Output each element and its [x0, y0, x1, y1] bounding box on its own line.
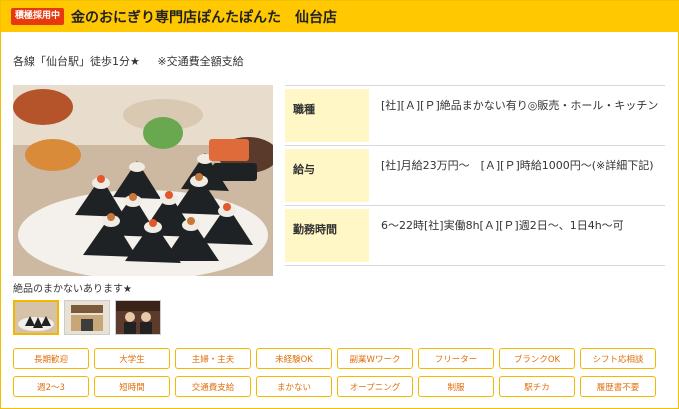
- thumbnail-staff-image: [116, 301, 160, 334]
- work-hours-value: 6～22時[社]実働8h[Ａ][Ｐ]週2日～、1日4h～可: [381, 219, 624, 232]
- job-type-label: 職種: [285, 89, 369, 142]
- card-header: 積極採用中 金のおにぎり専門店ぽんたぽんた 仙台店: [1, 1, 679, 32]
- tag-no-experience[interactable]: 未経験OK: [256, 348, 332, 369]
- feature-tags: 長期歓迎 大学生 主婦・主夫 未経験OK 副業Wワーク フリーター ブランクOK…: [13, 348, 667, 397]
- thumbnail-2[interactable]: [64, 300, 110, 335]
- thumbnail-onigiri-image: [15, 302, 57, 333]
- photo-thumbnails: [13, 300, 161, 335]
- job-type-value: [社][Ａ][Ｐ]絶品まかない有り◎販売・ホール・キッチン: [381, 99, 659, 112]
- work-hours-label: 勤務時間: [285, 209, 369, 262]
- tag-blank-ok[interactable]: ブランクOK: [499, 348, 575, 369]
- tag-staff-meal[interactable]: まかない: [256, 376, 332, 397]
- station-access: 各線「仙台駅」徒歩1分★: [13, 55, 140, 68]
- job-details-table: 職種 [社][Ａ][Ｐ]絶品まかない有り◎販売・ホール・キッチン 給与 [社]月…: [285, 85, 665, 266]
- work-hours-row: 勤務時間 6～22時[社]実働8h[Ａ][Ｐ]週2日～、1日4h～可: [285, 206, 665, 266]
- tag-short-hours[interactable]: 短時間: [94, 376, 170, 397]
- tag-uniform[interactable]: 制服: [418, 376, 494, 397]
- thumbnail-shop-image: [65, 301, 109, 334]
- tag-university-student[interactable]: 大学生: [94, 348, 170, 369]
- photo-caption: 絶品のまかないあります★: [13, 284, 132, 295]
- salary-value: [社]月給23万円～ [Ａ][Ｐ]時給1000円～(※詳細下記): [381, 159, 654, 172]
- thumbnail-3[interactable]: [115, 300, 161, 335]
- access-info: 各線「仙台駅」徒歩1分★ ※交通費全額支給: [13, 53, 244, 69]
- tag-side-job[interactable]: 副業Wワーク: [337, 348, 413, 369]
- main-photo[interactable]: [13, 85, 273, 276]
- tag-freeter[interactable]: フリーター: [418, 348, 494, 369]
- onigiri-platter-image: [13, 85, 273, 276]
- tag-homemaker[interactable]: 主婦・主夫: [175, 348, 251, 369]
- tag-transport-paid[interactable]: 交通費支給: [175, 376, 251, 397]
- tag-long-term[interactable]: 長期歓迎: [13, 348, 89, 369]
- tag-near-station[interactable]: 駅チカ: [499, 376, 575, 397]
- tag-no-resume[interactable]: 履歴書不要: [580, 376, 656, 397]
- thumbnail-1[interactable]: [13, 300, 59, 335]
- transport-note: ※交通費全額支給: [157, 55, 244, 68]
- salary-row: 給与 [社]月給23万円～ [Ａ][Ｐ]時給1000円～(※詳細下記): [285, 146, 665, 206]
- tag-flexible-shift[interactable]: シフト応相談: [580, 348, 656, 369]
- job-type-row: 職種 [社][Ａ][Ｐ]絶品まかない有り◎販売・ホール・キッチン: [285, 86, 665, 146]
- tag-opening[interactable]: オープニング: [337, 376, 413, 397]
- tag-2-3-days[interactable]: 週2～3: [13, 376, 89, 397]
- shop-title[interactable]: 金のおにぎり専門店ぽんたぽんた 仙台店: [71, 7, 337, 27]
- job-card: 積極採用中 金のおにぎり専門店ぽんたぽんた 仙台店 各線「仙台駅」徒歩1分★ ※…: [0, 0, 679, 409]
- salary-label: 給与: [285, 149, 369, 202]
- active-hiring-badge: 積極採用中: [11, 8, 65, 25]
